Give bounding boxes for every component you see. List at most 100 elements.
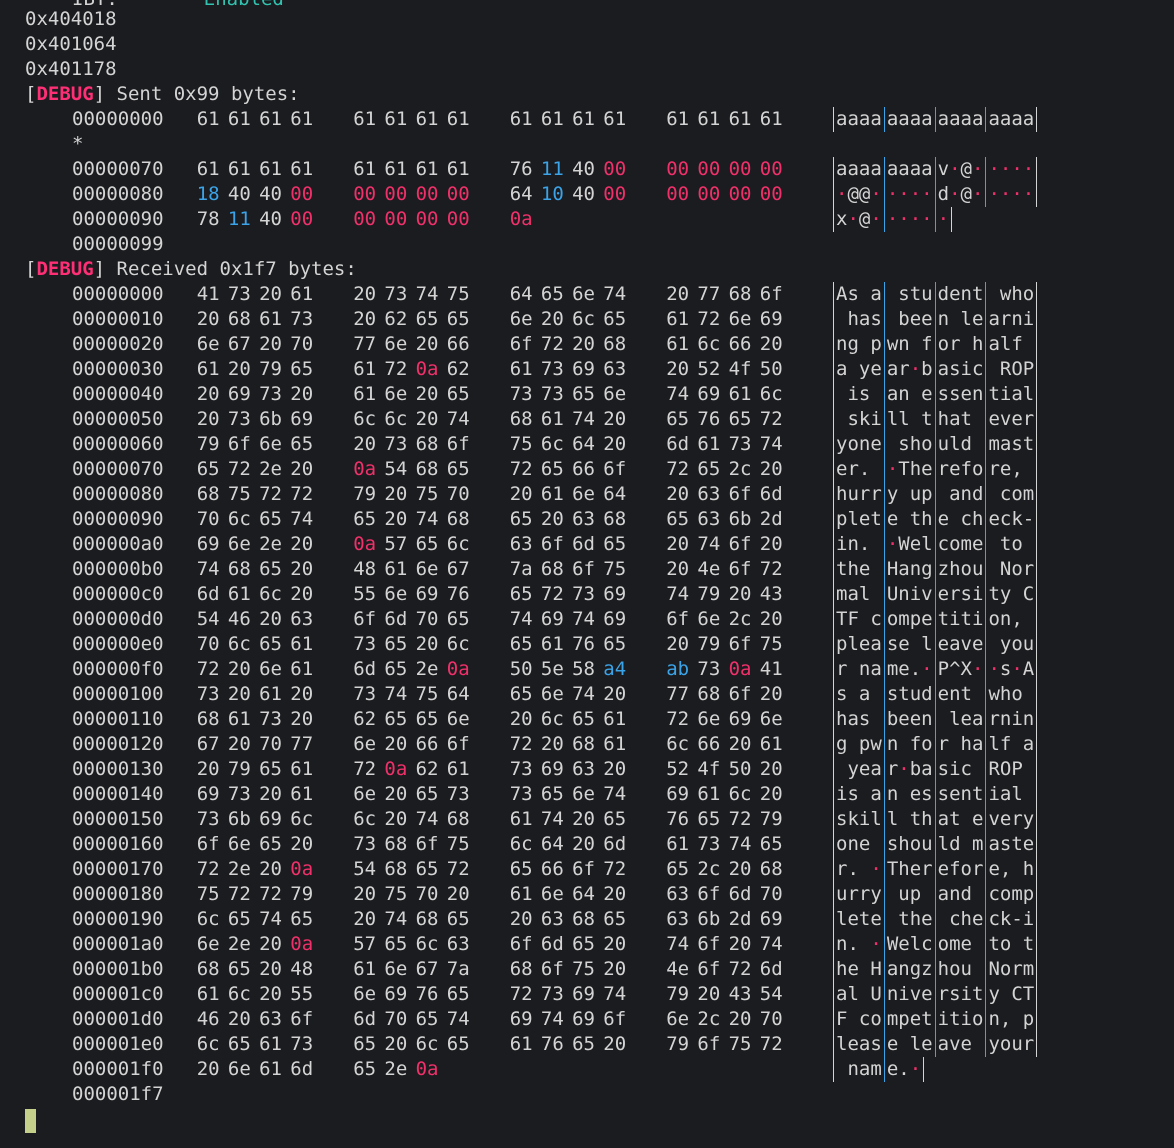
hex-byte: 6c xyxy=(446,633,470,655)
hex-byte: 70 xyxy=(384,1008,408,1030)
hexdump-ascii: n. · Welc ome to t xyxy=(833,932,1038,957)
hex-byte: 20 xyxy=(384,508,408,530)
hex-byte: 54 xyxy=(353,858,377,880)
hex-byte: 61 xyxy=(353,108,377,130)
hex-byte: 6c xyxy=(728,783,752,805)
hex-byte: 61 xyxy=(290,108,314,130)
hex-byte: 72 xyxy=(728,958,752,980)
hex-byte: 64 xyxy=(509,283,533,305)
hex-byte: 61 xyxy=(446,758,470,780)
hex-byte: 6e xyxy=(697,608,721,630)
terminal-window[interactable]: IBT:Enabled 0x404018 0x401064 0x401178 [… xyxy=(12,0,1174,1148)
hex-byte: 50 xyxy=(759,358,783,380)
hex-byte: 20 xyxy=(353,283,377,305)
hex-byte: 75 xyxy=(603,558,627,580)
ascii-group: e le xyxy=(886,1033,933,1055)
hex-byte: 74 xyxy=(540,808,564,830)
hex-byte: 63 xyxy=(540,908,564,930)
hex-byte: 74 xyxy=(509,608,533,630)
ascii-group: zhou xyxy=(937,558,984,580)
hex-byte: 6c xyxy=(415,1033,439,1055)
hex-byte: 6f xyxy=(196,833,220,855)
hex-byte: 75 xyxy=(384,883,408,905)
ascii-group: me.· xyxy=(886,658,933,680)
hex-byte: 61 xyxy=(603,708,627,730)
hexdump-ascii: r na me.· P^X· ·s·A xyxy=(833,657,1038,682)
hex-byte: 20 xyxy=(415,408,439,430)
hex-byte: 68 xyxy=(227,558,251,580)
hex-byte: 54 xyxy=(384,458,408,480)
ascii-group: ompe xyxy=(886,608,933,630)
hex-byte: 6e xyxy=(697,708,721,730)
hex-byte: 6e xyxy=(666,1008,690,1030)
hexdump-offset: 00000050 xyxy=(72,408,164,430)
hex-byte: 70 xyxy=(446,483,470,505)
hex-byte: 75 xyxy=(759,633,783,655)
address-line: 0x404018 xyxy=(25,8,117,30)
hexdump-ascii: leas e le ave your xyxy=(833,1032,1038,1057)
hexdump-ascii: s a stud ent who xyxy=(833,682,1038,707)
hexdump-ascii: he Hangz hou Norm xyxy=(833,957,1038,982)
hex-byte: 2e xyxy=(384,1058,408,1080)
hex-byte: 69 xyxy=(196,533,220,555)
hex-byte: 57 xyxy=(384,533,408,555)
ascii-group: ty C xyxy=(988,583,1035,605)
hex-byte: 20 xyxy=(728,733,752,755)
hex-byte: 61 xyxy=(384,158,408,180)
hex-byte: 6f xyxy=(697,958,721,980)
hex-byte: 69 xyxy=(259,808,282,830)
hexdump-offset: 00000180 xyxy=(72,883,164,905)
hex-byte: 7a xyxy=(446,958,470,980)
hexdump-offset: 000000e0 xyxy=(72,633,164,655)
hex-byte: a4 xyxy=(603,658,627,680)
hex-byte: 76 xyxy=(509,158,533,180)
hex-byte: 70 xyxy=(196,633,220,655)
hex-byte: 68 xyxy=(446,508,470,530)
hex-byte: 00 xyxy=(384,183,408,205)
ascii-group: the xyxy=(898,908,933,930)
hex-byte: 68 xyxy=(384,858,408,880)
ascii-group: n. · xyxy=(836,933,882,955)
hexdump-ascii: a ye ar·b asic ROP xyxy=(833,357,1038,382)
hexdump-ascii: lete the che ck-i xyxy=(833,907,1038,932)
hex-byte: 20 xyxy=(728,1008,752,1030)
hex-byte: 65 xyxy=(446,908,470,930)
hex-byte: 61 xyxy=(353,958,377,980)
hex-byte: 6e xyxy=(415,558,439,580)
hexdump-offset: 00000090 xyxy=(72,208,164,230)
hexdump-ascii: urry up and comp xyxy=(833,882,1038,907)
hex-byte: 20 xyxy=(603,883,627,905)
hex-byte: 6c xyxy=(196,1033,220,1055)
hex-byte: 76 xyxy=(697,408,721,430)
hex-byte: 20 xyxy=(384,483,408,505)
hex-byte: 61 xyxy=(697,783,721,805)
hex-byte: 77 xyxy=(353,333,377,355)
hex-byte: 65 xyxy=(446,608,470,630)
hex-byte: 20 xyxy=(196,1058,220,1080)
hex-byte: 75 xyxy=(415,683,439,705)
hex-byte: 6e xyxy=(759,708,783,730)
ascii-group: lete xyxy=(836,908,882,930)
hex-byte: 40 xyxy=(227,183,251,205)
hex-byte: 74 xyxy=(446,1008,470,1030)
hex-byte: 61 xyxy=(259,683,282,705)
hex-byte: 66 xyxy=(415,733,439,755)
hex-byte: 75 xyxy=(446,283,470,305)
ascii-group: plea xyxy=(836,633,882,655)
ascii-group: alf xyxy=(988,333,1023,355)
hex-byte: 2e xyxy=(259,458,282,480)
hex-byte: 73 xyxy=(196,683,220,705)
hex-byte: 65 xyxy=(509,633,533,655)
hex-byte: 65 xyxy=(509,583,533,605)
hex-byte: 6c xyxy=(259,583,282,605)
hex-byte: 74 xyxy=(759,433,783,455)
hex-byte: 63 xyxy=(666,908,690,930)
hexdump-offset: 000001a0 xyxy=(72,933,164,955)
hex-byte: 6d xyxy=(290,1058,314,1080)
hex-byte: 20 xyxy=(227,658,251,680)
ascii-group: asic xyxy=(937,358,984,380)
hexdump-offset: 00000030 xyxy=(72,358,164,380)
hex-byte: 65 xyxy=(603,808,627,830)
hex-byte: 69 xyxy=(697,383,721,405)
hex-byte: 74 xyxy=(259,908,282,930)
